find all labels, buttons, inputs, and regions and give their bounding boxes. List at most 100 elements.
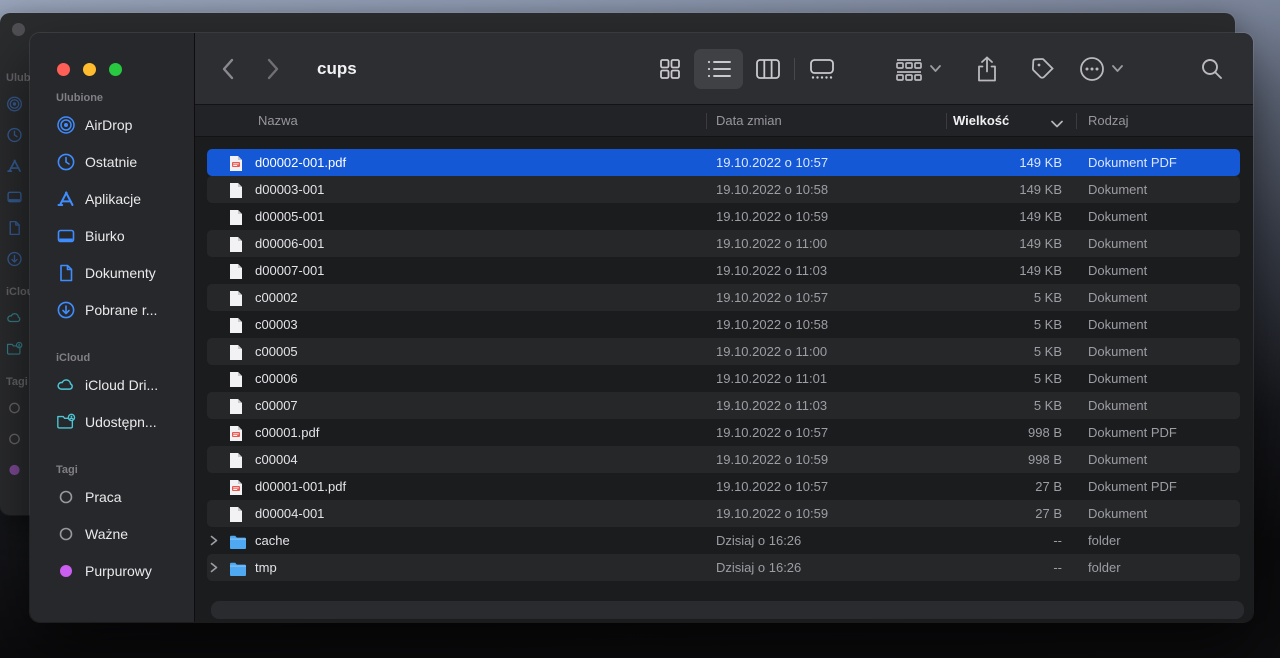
sidebar-item-tag-praca[interactable]: Praca — [46, 478, 188, 515]
file-row[interactable]: d00007-00119.10.2022 o 11:03149 KBDokume… — [207, 257, 1240, 284]
back-button[interactable] — [221, 58, 234, 80]
sidebar-item-airdrop[interactable]: AirDrop — [46, 106, 188, 143]
file-kind: Dokument — [1088, 446, 1147, 473]
sidebar-item-apps[interactable]: Aplikacje — [46, 180, 188, 217]
sidebar-item-tag-purple[interactable]: Purpurowy — [46, 552, 188, 589]
sidebar-item-tag-wazne[interactable]: Ważne — [46, 515, 188, 552]
file-row[interactable]: c0000719.10.2022 o 11:035 KBDokument — [207, 392, 1240, 419]
sidebar-item-label: Praca — [85, 489, 122, 505]
file-row[interactable]: d00003-00119.10.2022 o 10:58149 KBDokume… — [207, 176, 1240, 203]
file-date: 19.10.2022 o 11:03 — [716, 392, 827, 419]
sidebar-item-downloads[interactable]: Pobrane r... — [46, 291, 188, 328]
sidebar-item-label: AirDrop — [85, 117, 132, 133]
tag-filled-icon — [56, 561, 76, 581]
download-icon — [56, 300, 76, 320]
sidebar-item-label: Purpurowy — [85, 563, 152, 579]
icon-view-button[interactable] — [645, 49, 694, 89]
sidebar-item-label: Dokumenty — [85, 265, 156, 281]
group-by-icon — [895, 57, 923, 81]
sidebar-item-documents[interactable]: Dokumenty — [46, 254, 188, 291]
disclosure-chevron-icon[interactable] — [210, 554, 218, 581]
search-icon — [1200, 57, 1224, 81]
file-row[interactable]: d00006-00119.10.2022 o 11:00149 KBDokume… — [207, 230, 1240, 257]
search-button[interactable] — [1200, 57, 1224, 81]
more-button[interactable] — [1079, 56, 1123, 82]
sidebar-item-label: Udostępn... — [85, 414, 157, 430]
file-size: 5 KB — [907, 338, 1062, 365]
file-date: 19.10.2022 o 10:57 — [716, 284, 828, 311]
sidebar-item-label: Ważne — [85, 526, 128, 542]
tag-outline-icon — [56, 524, 76, 544]
column-divider[interactable] — [706, 113, 707, 129]
list-view-button[interactable] — [694, 49, 743, 89]
content-pane: cups — [195, 33, 1253, 622]
file-size: 27 B — [907, 500, 1062, 527]
airdrop-icon — [56, 115, 76, 135]
file-row[interactable]: d00005-00119.10.2022 o 10:59149 KBDokume… — [207, 203, 1240, 230]
header-name[interactable]: Nazwa — [258, 105, 298, 136]
file-name: d00005-001 — [255, 203, 324, 230]
file-row[interactable]: c0000519.10.2022 o 11:005 KBDokument — [207, 338, 1240, 365]
list-icon — [706, 58, 732, 80]
toolbar: cups — [195, 33, 1253, 105]
file-size: 5 KB — [907, 365, 1062, 392]
file-date: 19.10.2022 o 10:57 — [716, 149, 828, 176]
file-kind: Dokument — [1088, 230, 1147, 257]
sidebar-section-header: Tagi — [56, 464, 188, 476]
tags-button[interactable] — [1030, 56, 1056, 82]
file-kind: Dokument — [1088, 311, 1147, 338]
column-divider[interactable] — [1076, 113, 1077, 129]
file-row[interactable]: d00001-001.pdf19.10.2022 o 10:5727 BDoku… — [207, 473, 1240, 500]
file-kind: Dokument — [1088, 500, 1147, 527]
header-size[interactable]: Wielkość — [953, 105, 1009, 136]
file-row[interactable]: tmpDzisiaj o 16:26--folder — [207, 554, 1240, 581]
window-bottom-strip — [211, 601, 1244, 619]
header-kind[interactable]: Rodzaj — [1088, 105, 1128, 136]
column-view-button[interactable] — [743, 49, 792, 89]
sidebar-item-shared[interactable]: Udostępn... — [46, 403, 188, 440]
file-row[interactable]: cacheDzisiaj o 16:26--folder — [207, 527, 1240, 554]
list-header: Nazwa Data zmian Wielkość Rodzaj — [195, 105, 1253, 137]
document-icon — [56, 263, 76, 283]
file-row[interactable]: c0000419.10.2022 o 10:59998 BDokument — [207, 446, 1240, 473]
file-name: d00006-001 — [255, 230, 324, 257]
zoom-button[interactable] — [109, 63, 122, 76]
file-date: 19.10.2022 o 10:58 — [716, 176, 828, 203]
file-list: d00002-001.pdf19.10.2022 o 10:57149 KBDo… — [195, 137, 1253, 622]
file-row[interactable]: d00004-00119.10.2022 o 10:5927 BDokument — [207, 500, 1240, 527]
minimize-button[interactable] — [83, 63, 96, 76]
column-divider[interactable] — [946, 113, 947, 129]
traffic-lights — [30, 33, 194, 76]
sidebar-item-recents[interactable]: Ostatnie — [46, 143, 188, 180]
sidebar: Ulubione AirDrop OstatnieAplikacje Biurko Do… — [30, 33, 195, 622]
gallery-view-button[interactable] — [797, 49, 846, 89]
file-row[interactable]: c0000219.10.2022 o 10:575 KBDokument — [207, 284, 1240, 311]
file-size: 149 KB — [907, 176, 1062, 203]
sidebar-item-label: Pobrane r... — [85, 302, 157, 318]
sidebar-item-icloud-drive[interactable]: iCloud Dri... — [46, 366, 188, 403]
file-name: c00006 — [255, 365, 298, 392]
file-name: c00005 — [255, 338, 298, 365]
sidebar-section-header: Ulubione — [56, 92, 188, 104]
sort-chevron-icon[interactable] — [1051, 108, 1063, 139]
sidebar-item-desktop[interactable]: Biurko — [46, 217, 188, 254]
forward-button[interactable] — [267, 58, 280, 80]
file-name: d00007-001 — [255, 257, 324, 284]
header-date[interactable]: Data zmian — [716, 105, 782, 136]
group-button[interactable] — [895, 57, 941, 81]
file-row[interactable]: c0000319.10.2022 o 10:585 KBDokument — [207, 311, 1240, 338]
sidebar-item-label: Biurko — [85, 228, 125, 244]
file-name: c00003 — [255, 311, 298, 338]
file-name: d00001-001.pdf — [255, 473, 346, 500]
share-button[interactable] — [976, 55, 998, 82]
file-row[interactable]: c00001.pdf19.10.2022 o 10:57998 BDokumen… — [207, 419, 1240, 446]
file-row[interactable]: c0000619.10.2022 o 11:015 KBDokument — [207, 365, 1240, 392]
sidebar-nav: Ulubione AirDrop OstatnieAplikacje Biurko Do… — [30, 76, 194, 589]
disclosure-chevron-icon[interactable] — [210, 527, 218, 554]
file-size: 998 B — [907, 419, 1062, 446]
close-button[interactable] — [57, 63, 70, 76]
appstore-icon — [56, 189, 76, 209]
file-size: 5 KB — [907, 284, 1062, 311]
file-date: Dzisiaj o 16:26 — [716, 554, 801, 581]
file-row[interactable]: d00002-001.pdf19.10.2022 o 10:57149 KBDo… — [207, 149, 1240, 176]
